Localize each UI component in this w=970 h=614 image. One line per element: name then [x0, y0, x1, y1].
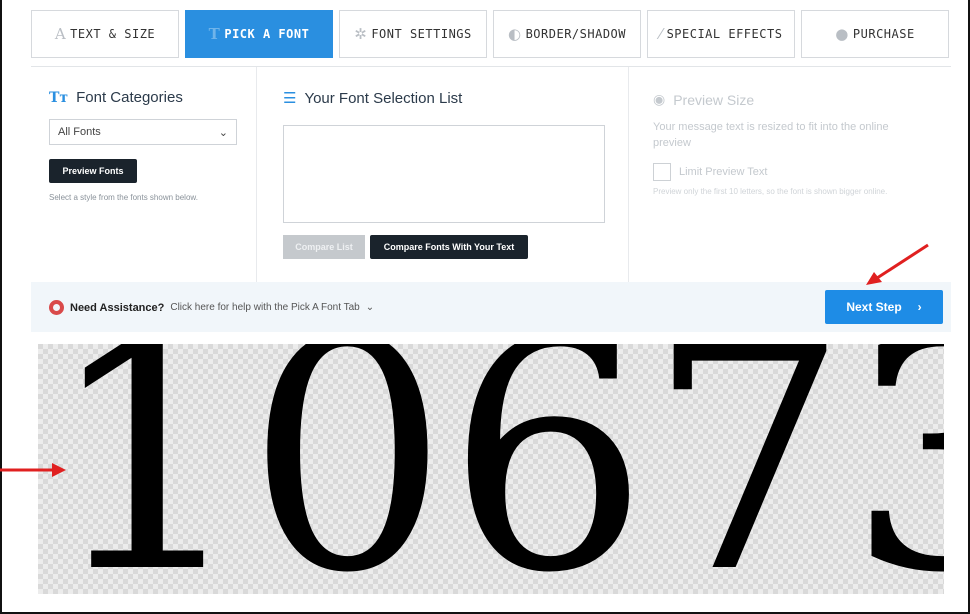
tab-bar: A TEXT & SIZE T PICK A FONT ✲ FONT SETTI…	[31, 10, 955, 60]
tab-font-settings[interactable]: ✲ FONT SETTINGS	[339, 10, 487, 58]
app-frame: A TEXT & SIZE T PICK A FONT ✲ FONT SETTI…	[0, 0, 970, 614]
tab-label: FONT SETTINGS	[371, 27, 472, 41]
font-category-select[interactable]: All Fonts ⌄	[49, 119, 237, 145]
font-icon: T	[208, 25, 221, 43]
preview-size-description: Your message text is resized to fit into…	[653, 121, 889, 149]
tab-border-shadow[interactable]: ◐ BORDER/SHADOW	[493, 10, 641, 58]
assistance-bar: Need Assistance? Click here for help wit…	[31, 282, 951, 332]
limit-preview-checkbox[interactable]	[653, 163, 671, 181]
tab-label: BORDER/SHADOW	[525, 27, 626, 41]
tab-text-size[interactable]: A TEXT & SIZE	[31, 10, 179, 58]
font-preview-canvas: 10673	[38, 344, 944, 594]
text-size-icon: A	[54, 25, 67, 43]
limit-preview-description: Preview only the first 10 letters, so th…	[653, 187, 888, 196]
compare-list-button[interactable]: Compare List	[283, 235, 365, 259]
font-selection-section: ☰ Your Font Selection List Compare List …	[257, 67, 629, 283]
list-icon: ☰	[283, 90, 297, 107]
tab-label: PICK A FONT	[224, 27, 310, 41]
tab-pick-a-font[interactable]: T PICK A FONT	[185, 10, 333, 58]
preview-size-title: Preview Size	[673, 91, 755, 108]
tab-special-effects[interactable]: ⁄ SPECIAL EFFECTS	[647, 10, 795, 58]
arrow-to-next-step	[866, 243, 929, 285]
tab-label: TEXT & SIZE	[70, 27, 156, 41]
assistance-link[interactable]: Need Assistance? Click here for help wit…	[49, 300, 374, 315]
limit-preview-label: Limit Preview Text	[679, 166, 768, 178]
tab-label: PURCHASE	[852, 27, 915, 41]
select-value: All Fonts	[58, 126, 101, 138]
arrow-to-preview	[0, 463, 66, 477]
compare-fonts-button[interactable]: Compare Fonts With Your Text	[370, 235, 528, 259]
assistance-heading: Need Assistance?	[70, 301, 165, 314]
options-panel: Tт Font Categories All Fonts ⌄ Preview F…	[31, 66, 951, 283]
font-selection-list[interactable]	[283, 125, 605, 223]
font-selection-title: Your Font Selection List	[304, 89, 463, 107]
tab-label: SPECIAL EFFECTS	[666, 27, 783, 41]
eye-icon: ◉	[653, 91, 666, 107]
font-categories-section: Tт Font Categories All Fonts ⌄ Preview F…	[31, 67, 257, 283]
tab-purchase[interactable]: ● PURCHASE	[801, 10, 949, 58]
next-step-button[interactable]: Next Step ›	[825, 290, 943, 324]
font-categories-title: Font Categories	[76, 89, 183, 106]
preview-text: 10673	[46, 344, 944, 594]
cart-icon: ●	[835, 25, 849, 43]
preview-fonts-button[interactable]: Preview Fonts	[49, 159, 137, 183]
chevron-down-icon: ⌄	[218, 127, 228, 139]
next-step-label: Next Step	[846, 300, 902, 314]
section-title: ☰ Your Font Selection List	[283, 89, 463, 108]
lifebuoy-icon	[49, 300, 64, 315]
border-icon: ◐	[507, 25, 522, 43]
chevron-down-icon: ⌄	[365, 302, 375, 313]
gear-icon: ✲	[354, 25, 368, 43]
chevron-right-icon: ›	[917, 300, 922, 314]
categories-hint: Select a style from the fonts shown belo…	[49, 193, 198, 202]
section-title: ◉ Preview Size	[653, 91, 754, 108]
wand-icon: ⁄	[659, 25, 663, 43]
assistance-text: Click here for help with the Pick A Font…	[170, 302, 360, 313]
font-icon: Tт	[49, 89, 69, 106]
section-title: Tт Font Categories	[49, 89, 183, 106]
